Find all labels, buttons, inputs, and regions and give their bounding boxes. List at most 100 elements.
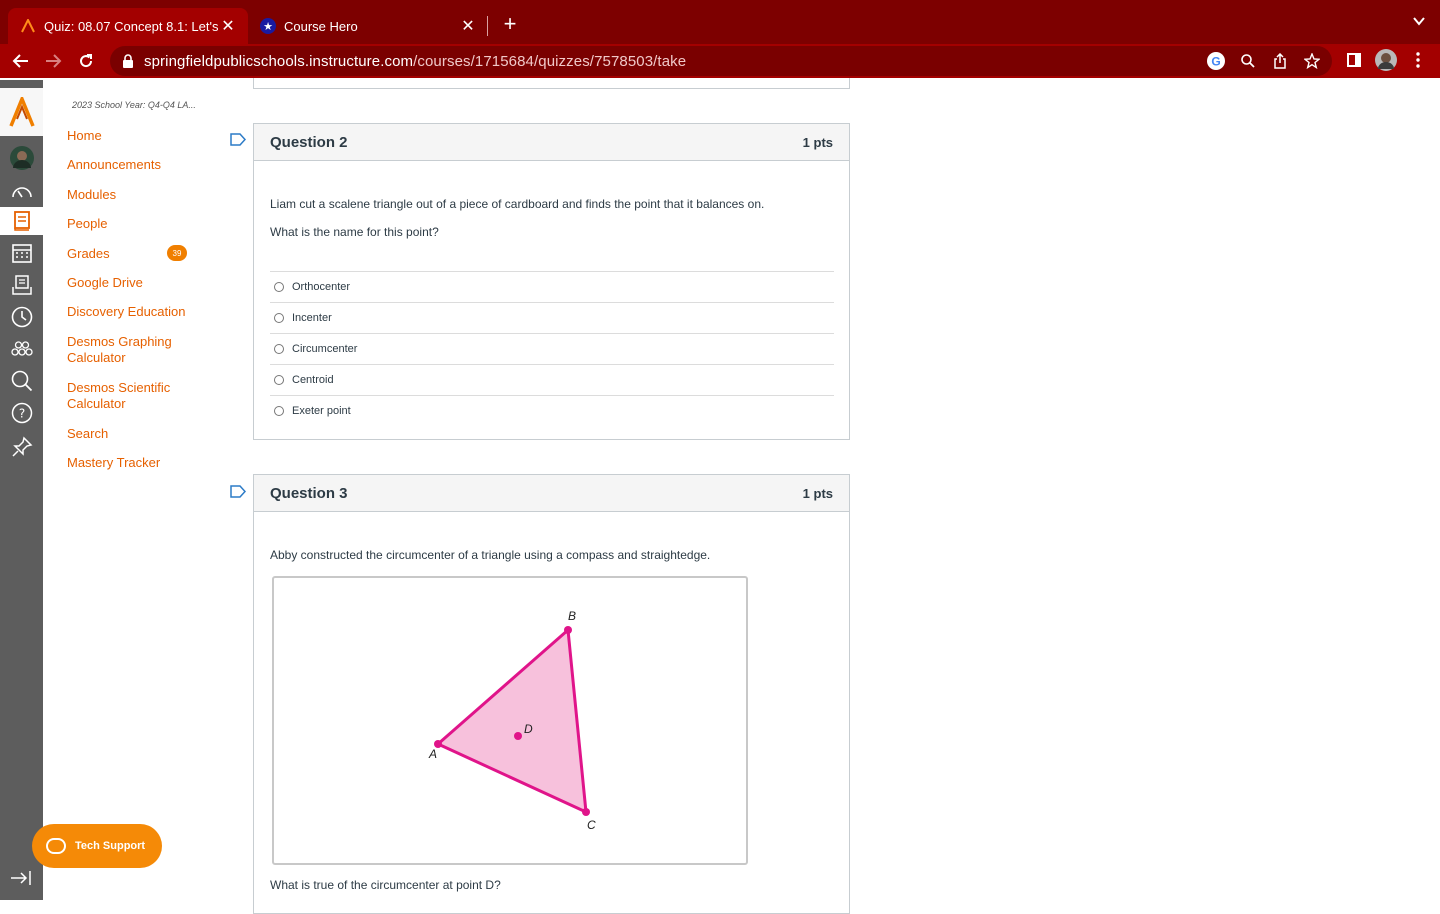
google-icon[interactable]: G	[1206, 51, 1226, 71]
answer-label: Orthocenter	[292, 281, 351, 293]
profile-avatar[interactable]	[1375, 49, 1397, 71]
tab-title: Course Hero	[284, 18, 358, 34]
more-menu-icon[interactable]	[1407, 49, 1429, 71]
close-tab-icon[interactable]: ✕	[220, 16, 236, 36]
answer-option[interactable]: Circumcenter	[270, 333, 834, 364]
answer-label: Centroid	[292, 374, 334, 386]
course-nav-people[interactable]: People	[67, 216, 107, 232]
groups-icon[interactable]	[0, 335, 43, 363]
share-icon[interactable]	[1270, 51, 1290, 71]
address-bar[interactable]: springfieldpublicschools.instructure.com…	[110, 46, 1332, 76]
tab-quiz[interactable]: Quiz: 08.07 Concept 8.1: Let's ✕	[8, 8, 248, 44]
chevron-down-icon[interactable]	[1412, 14, 1426, 31]
url-path: /courses/1715684/quizzes/7578503/take	[413, 52, 687, 70]
inbox-icon[interactable]	[0, 271, 43, 299]
course-nav-home[interactable]: Home	[67, 128, 102, 144]
course-nav-search[interactable]: Search	[67, 426, 108, 442]
label-a: A	[428, 747, 437, 761]
label-c: C	[587, 818, 596, 832]
course-nav-discovery-education[interactable]: Discovery Education	[67, 304, 186, 320]
tab-bar: Quiz: 08.07 Concept 8.1: Let's ✕ ★ Cours…	[0, 0, 1440, 44]
search-icon[interactable]	[0, 367, 43, 395]
vertex-c	[582, 808, 590, 816]
pin-icon[interactable]	[0, 433, 43, 461]
url-host: springfieldpublicschools.instructure.com	[144, 52, 414, 70]
new-tab-button[interactable]: +	[498, 12, 522, 36]
account-avatar[interactable]	[0, 144, 43, 172]
lock-icon	[122, 54, 136, 68]
forward-arrow-icon[interactable]	[40, 48, 66, 74]
question-header: Question 2 1 pts	[254, 124, 849, 161]
side-panel-icon[interactable]	[1343, 49, 1365, 71]
history-clock-icon[interactable]	[0, 303, 43, 331]
label-d: D	[524, 722, 533, 736]
help-icon[interactable]: ?	[0, 399, 43, 427]
tech-support-label: Tech Support	[75, 840, 146, 852]
tab-course-hero[interactable]: ★ Course Hero ✕	[248, 8, 488, 44]
collapse-nav-icon[interactable]	[10, 870, 32, 891]
course-nav-grades[interactable]: Grades	[67, 246, 110, 262]
chat-bubble-icon	[46, 838, 66, 854]
question-prompt: What is true of the circumcenter at poin…	[270, 878, 501, 892]
tech-support-button[interactable]: Tech Support	[32, 824, 162, 868]
triangle-figure: A B C D	[272, 576, 748, 865]
course-nav-mastery-tracker[interactable]: Mastery Tracker	[67, 455, 160, 471]
question-title: Question 3	[270, 484, 348, 502]
course-nav-modules[interactable]: Modules	[67, 187, 116, 203]
back-arrow-icon[interactable]	[8, 48, 34, 74]
course-nav-google-drive[interactable]: Google Drive	[67, 275, 143, 291]
question-3: Question 3 1 pts Abby constructed the ci…	[253, 474, 850, 914]
svg-text:★: ★	[263, 20, 273, 33]
answer-option[interactable]: Incenter	[270, 302, 834, 333]
radio-button[interactable]	[274, 406, 284, 416]
answer-option[interactable]: Centroid	[270, 364, 834, 395]
answer-label: Incenter	[292, 312, 332, 324]
flag-question-icon[interactable]	[230, 133, 246, 146]
star-icon: ★	[260, 18, 276, 34]
browser-toolbar: springfieldpublicschools.instructure.com…	[0, 44, 1440, 78]
question-prompt: What is the name for this point?	[270, 225, 439, 239]
dashboard-icon[interactable]	[0, 177, 43, 205]
radio-button[interactable]	[274, 375, 284, 385]
calendar-icon[interactable]	[0, 239, 43, 267]
answer-label: Exeter point	[292, 405, 351, 417]
svg-text:?: ?	[18, 407, 24, 421]
bookmark-star-icon[interactable]	[1302, 51, 1322, 71]
course-nav-desmos-graphing[interactable]: Desmos Graphing Calculator	[67, 334, 187, 366]
radio-button[interactable]	[274, 282, 284, 292]
question-2: Question 2 1 pts Liam cut a scalene tria…	[253, 123, 850, 440]
answer-option[interactable]: Exeter point	[270, 395, 834, 426]
zoom-icon[interactable]	[1238, 51, 1258, 71]
answer-list: Orthocenter Incenter Circumcenter Centro…	[270, 271, 834, 426]
triangle-shape	[436, 628, 588, 814]
courses-icon[interactable]	[0, 207, 43, 235]
question-points: 1 pts	[802, 485, 833, 501]
circumcenter-diagram: A B C D	[428, 609, 596, 832]
label-b: B	[568, 609, 576, 623]
breadcrumb[interactable]: 2023 School Year: Q4-Q4 LA...	[72, 100, 196, 110]
vertex-b	[564, 626, 572, 634]
close-tab-icon[interactable]: ✕	[460, 16, 476, 36]
tab-title: Quiz: 08.07 Concept 8.1: Let's	[44, 18, 219, 34]
question-points: 1 pts	[802, 134, 833, 150]
question-text: Liam cut a scalene triangle out of a pie…	[270, 197, 765, 211]
svg-text:G: G	[1211, 55, 1220, 69]
question-title: Question 2	[270, 133, 348, 151]
radio-button[interactable]	[274, 344, 284, 354]
canvas-logo-icon	[20, 18, 36, 34]
url-text: springfieldpublicschools.instructure.com…	[144, 53, 686, 70]
canvas-logo-icon[interactable]	[0, 88, 43, 136]
question-header: Question 3 1 pts	[254, 475, 849, 512]
question-text: Abby constructed the circumcenter of a t…	[270, 548, 711, 562]
answer-label: Circumcenter	[292, 343, 358, 355]
course-nav-desmos-scientific[interactable]: Desmos Scientific Calculator	[67, 380, 187, 412]
tab-divider	[487, 16, 488, 36]
previous-question-box	[253, 78, 850, 89]
global-navigation: ?	[0, 78, 43, 900]
reload-icon[interactable]	[73, 48, 99, 74]
course-navigation: 2023 School Year: Q4-Q4 LA... Home Annou…	[43, 80, 223, 900]
radio-button[interactable]	[274, 313, 284, 323]
course-nav-announcements[interactable]: Announcements	[67, 157, 161, 173]
answer-option[interactable]: Orthocenter	[270, 271, 834, 302]
flag-question-icon[interactable]	[230, 485, 246, 498]
